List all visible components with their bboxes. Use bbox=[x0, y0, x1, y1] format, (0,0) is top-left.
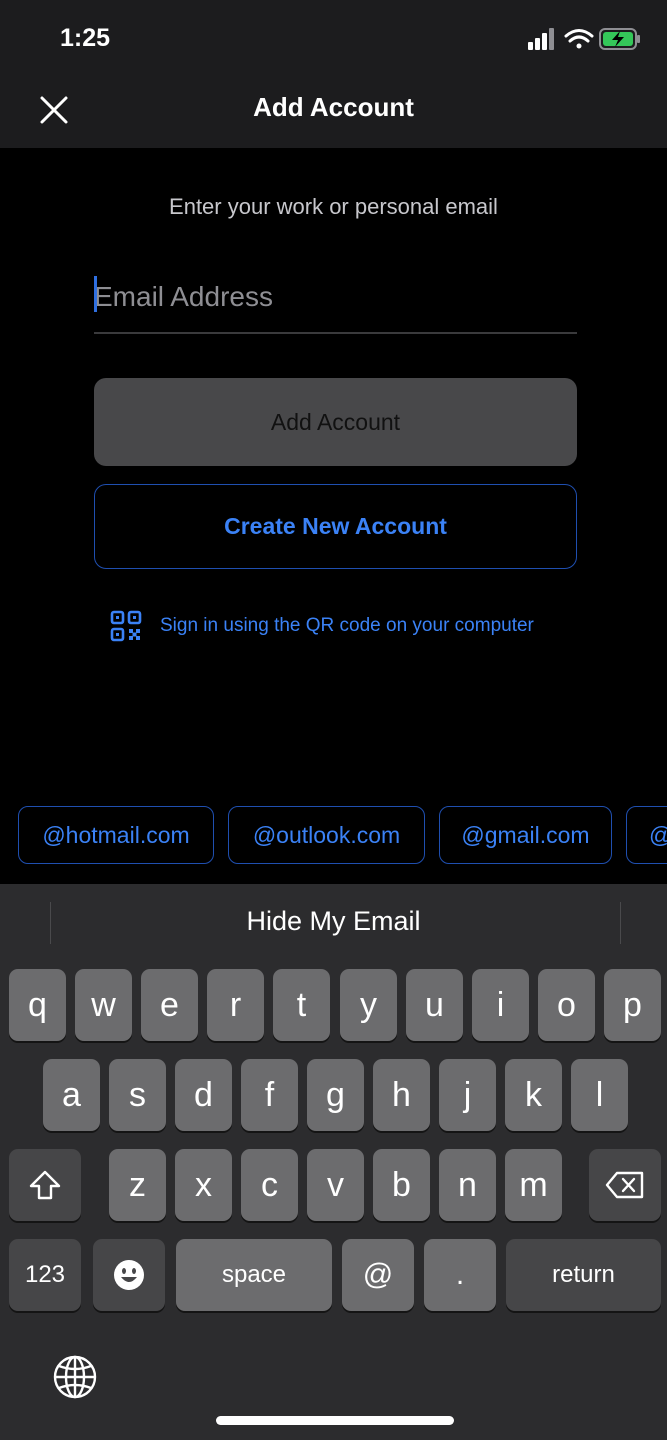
domain-chip[interactable]: @gmail.com bbox=[439, 806, 612, 864]
return-key[interactable]: return bbox=[506, 1239, 661, 1311]
home-indicator[interactable] bbox=[216, 1416, 454, 1425]
key-w[interactable]: w bbox=[75, 969, 132, 1041]
signal-icon bbox=[528, 28, 554, 50]
qr-code-icon bbox=[110, 610, 142, 642]
create-account-button[interactable]: Create New Account bbox=[94, 484, 577, 569]
key-j[interactable]: j bbox=[439, 1059, 496, 1131]
email-prompt: Enter your work or personal email bbox=[169, 194, 498, 219]
domain-chip[interactable]: @ bbox=[626, 806, 667, 864]
key-c[interactable]: c bbox=[241, 1149, 298, 1221]
key-s[interactable]: s bbox=[109, 1059, 166, 1131]
backspace-key[interactable] bbox=[589, 1149, 661, 1221]
space-key[interactable]: space bbox=[176, 1239, 332, 1311]
key-k[interactable]: k bbox=[505, 1059, 562, 1131]
key-t[interactable]: t bbox=[273, 969, 330, 1041]
key-m[interactable]: m bbox=[505, 1149, 562, 1221]
key-p[interactable]: p bbox=[604, 969, 661, 1041]
numbers-key[interactable]: 123 bbox=[9, 1239, 81, 1311]
key-f[interactable]: f bbox=[241, 1059, 298, 1131]
at-key[interactable]: @ bbox=[342, 1239, 414, 1311]
key-b[interactable]: b bbox=[373, 1149, 430, 1221]
qr-sign-in-link[interactable]: Sign in using the QR code on your comput… bbox=[110, 610, 534, 642]
key-r[interactable]: r bbox=[207, 969, 264, 1041]
globe-icon[interactable] bbox=[50, 1352, 100, 1402]
key-i[interactable]: i bbox=[472, 969, 529, 1041]
hide-my-email-suggestion[interactable]: Hide My Email bbox=[0, 906, 667, 937]
shift-icon bbox=[29, 1170, 61, 1200]
top-bar bbox=[0, 0, 667, 148]
key-l[interactable]: l bbox=[571, 1059, 628, 1131]
text-caret bbox=[94, 276, 97, 312]
key-o[interactable]: o bbox=[538, 969, 595, 1041]
domain-suggestions: @hotmail.com @outlook.com @gmail.com @ bbox=[18, 806, 667, 868]
domain-chip[interactable]: @hotmail.com bbox=[18, 806, 214, 864]
wifi-icon bbox=[564, 29, 594, 49]
add-account-button[interactable]: Add Account bbox=[94, 378, 577, 466]
key-u[interactable]: u bbox=[406, 969, 463, 1041]
key-d[interactable]: d bbox=[175, 1059, 232, 1131]
emoji-icon bbox=[114, 1260, 144, 1290]
dot-key[interactable]: . bbox=[424, 1239, 496, 1311]
key-n[interactable]: n bbox=[439, 1149, 496, 1221]
key-h[interactable]: h bbox=[373, 1059, 430, 1131]
status-icons bbox=[528, 28, 640, 50]
battery-charging-icon bbox=[599, 28, 640, 50]
domain-chip[interactable]: @outlook.com bbox=[228, 806, 425, 864]
emoji-key[interactable] bbox=[93, 1239, 165, 1311]
shift-key[interactable] bbox=[9, 1149, 81, 1221]
key-e[interactable]: e bbox=[141, 969, 198, 1041]
key-z[interactable]: z bbox=[109, 1149, 166, 1221]
key-q[interactable]: q bbox=[9, 969, 66, 1041]
key-g[interactable]: g bbox=[307, 1059, 364, 1131]
key-y[interactable]: y bbox=[340, 969, 397, 1041]
status-time: 1:25 bbox=[60, 24, 111, 52]
key-x[interactable]: x bbox=[175, 1149, 232, 1221]
backspace-icon bbox=[605, 1171, 644, 1199]
key-a[interactable]: a bbox=[43, 1059, 100, 1131]
email-input[interactable] bbox=[94, 268, 577, 334]
qr-sign-in-label: Sign in using the QR code on your comput… bbox=[160, 615, 534, 636]
key-v[interactable]: v bbox=[307, 1149, 364, 1221]
page-title: Add Account bbox=[253, 92, 414, 122]
